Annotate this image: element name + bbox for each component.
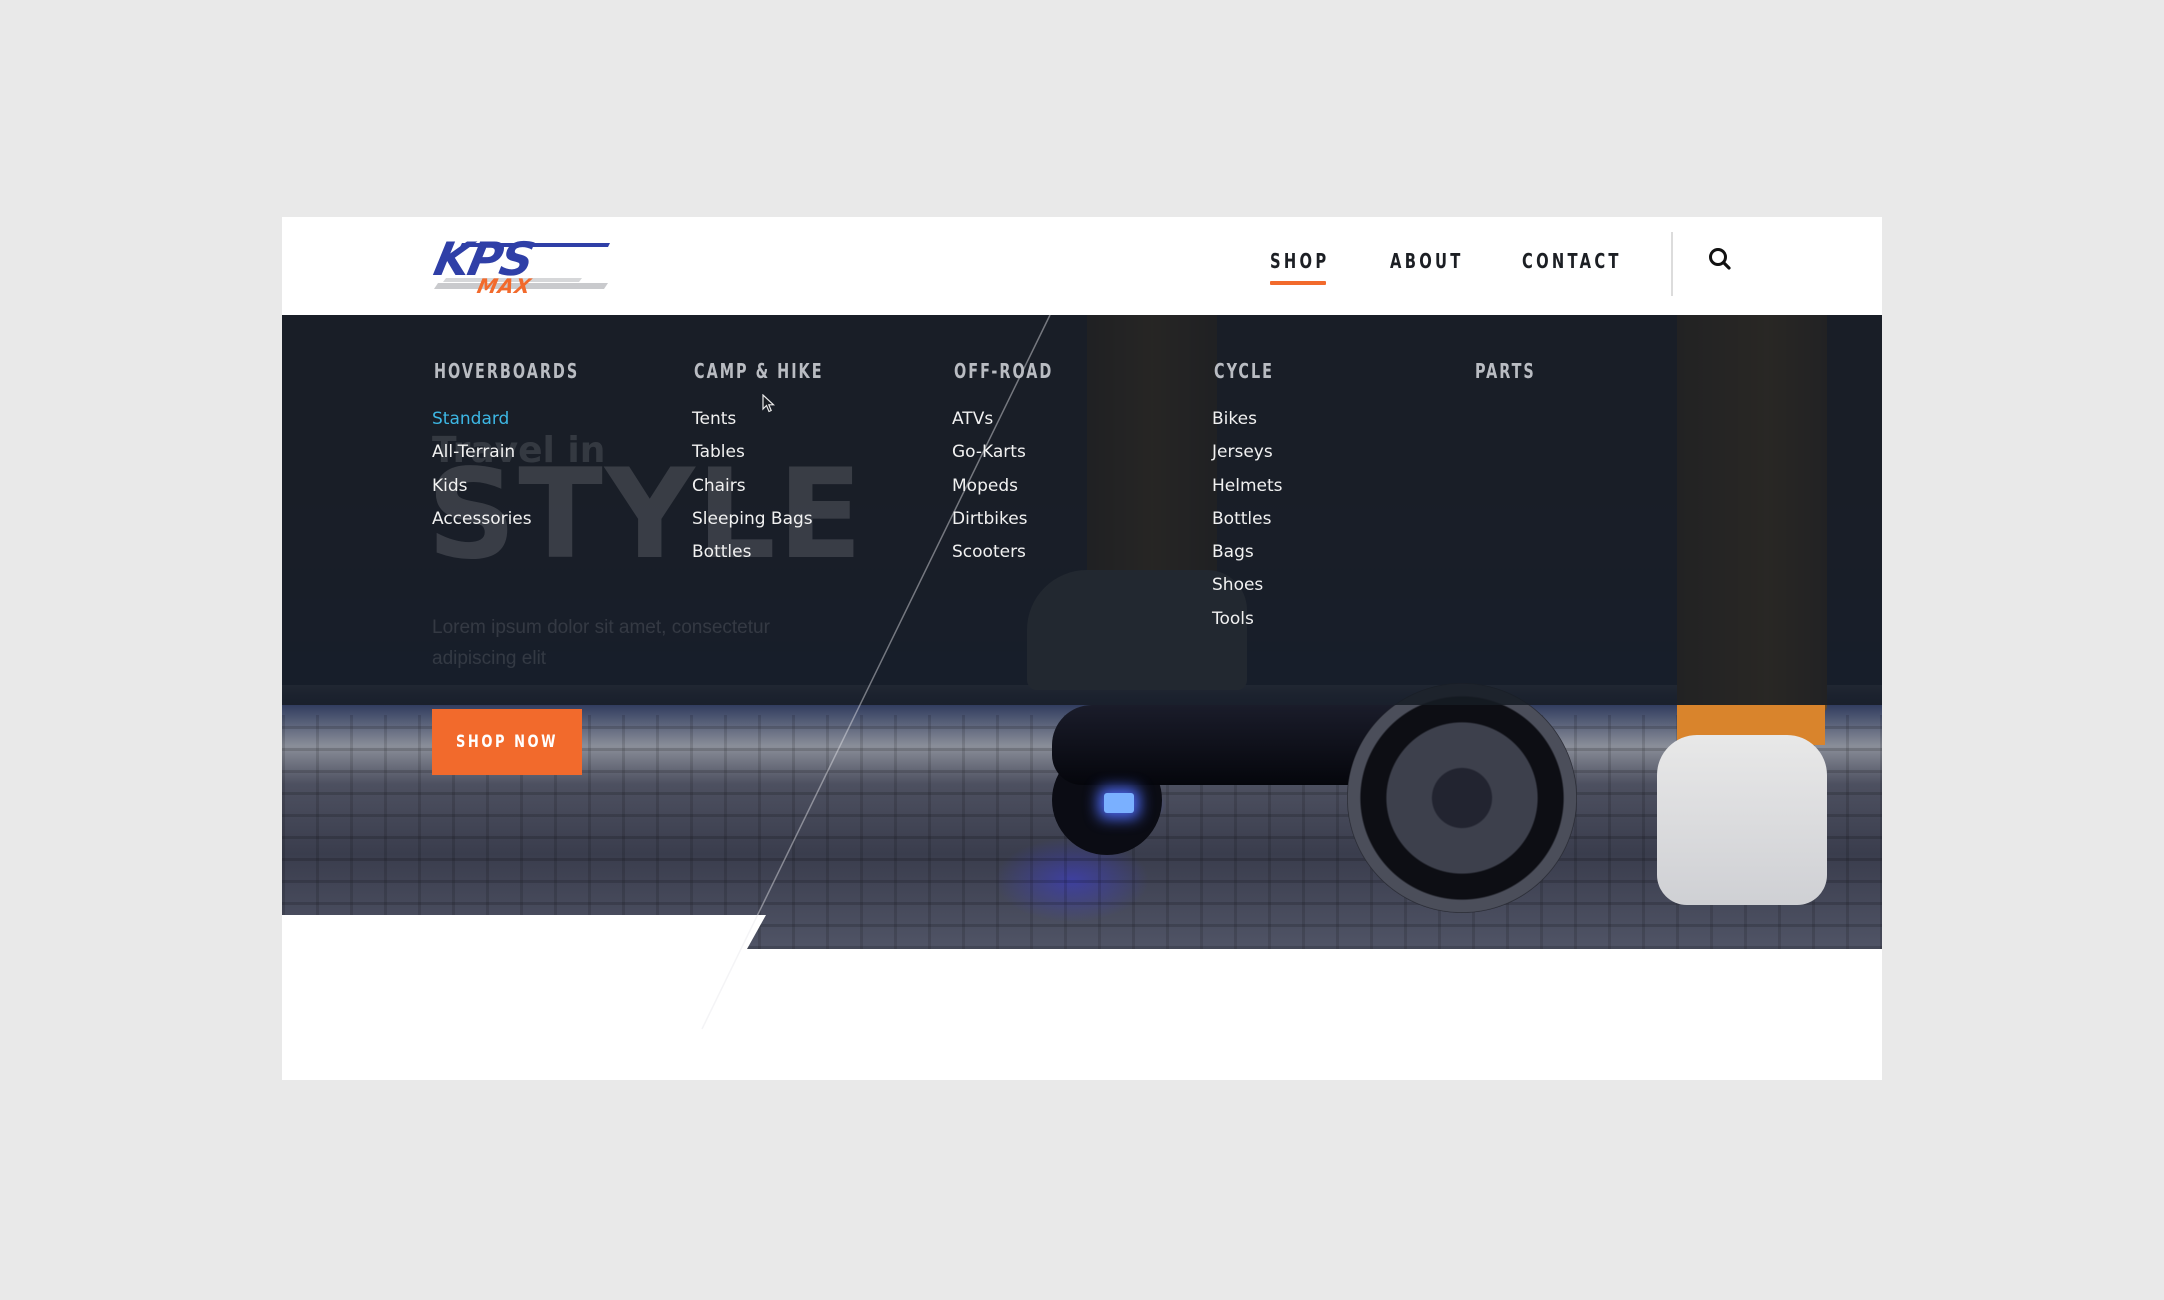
- menu-item-mopeds[interactable]: Mopeds: [952, 470, 1078, 503]
- hoverboard-right-wheel: [1347, 683, 1577, 913]
- menu-item-go-karts[interactable]: Go-Karts: [952, 436, 1078, 469]
- nav-about[interactable]: ABOUT: [1390, 249, 1464, 273]
- menu-column-cycle: CYCLE Bikes Jerseys Helmets Bottles Bags…: [1212, 359, 1289, 636]
- menu-item-bikes[interactable]: Bikes: [1212, 403, 1289, 436]
- nav-contact[interactable]: CONTACT: [1522, 249, 1622, 273]
- nav-divider: [1671, 232, 1673, 296]
- menu-item-helmets[interactable]: Helmets: [1212, 470, 1289, 503]
- menu-column-camp-hike: CAMP & HIKE Tents Tables Chairs Sleeping…: [692, 359, 856, 569]
- nav-shop-active-indicator: [1270, 281, 1326, 285]
- menu-column-hoverboards: HOVERBOARDS Standard All-Terrain Kids Ac…: [432, 359, 616, 536]
- menu-column-off-road: OFF-ROAD ATVs Go-Karts Mopeds Dirtbikes …: [952, 359, 1078, 569]
- menu-item-jerseys[interactable]: Jerseys: [1212, 436, 1289, 469]
- svg-text:MAX: MAX: [475, 274, 534, 295]
- rider-right-shoe: [1657, 735, 1827, 905]
- menu-item-standard[interactable]: Standard: [432, 403, 616, 436]
- menu-heading-camp-hike[interactable]: CAMP & HIKE: [694, 359, 824, 383]
- menu-item-bottles[interactable]: Bottles: [692, 536, 856, 569]
- menu-item-dirtbikes[interactable]: Dirtbikes: [952, 503, 1078, 536]
- shop-now-button[interactable]: SHOP NOW: [432, 709, 582, 775]
- menu-item-atvs[interactable]: ATVs: [952, 403, 1078, 436]
- menu-heading-cycle[interactable]: CYCLE: [1214, 359, 1274, 383]
- menu-heading-off-road[interactable]: OFF-ROAD: [954, 359, 1053, 383]
- menu-column-parts: PARTS: [1473, 359, 1551, 403]
- search-icon[interactable]: [1706, 245, 1734, 273]
- menu-item-bottles[interactable]: Bottles: [1212, 503, 1289, 536]
- hoverboard-led: [1104, 793, 1134, 813]
- menu-item-tools[interactable]: Tools: [1212, 603, 1289, 636]
- website-frame: KPS MAX SHOP ABOUT CONTACT Travel in STY…: [282, 217, 1882, 1080]
- menu-item-shoes[interactable]: Shoes: [1212, 569, 1289, 602]
- shop-mega-menu: HOVERBOARDS Standard All-Terrain Kids Ac…: [282, 315, 1882, 705]
- menu-item-kids[interactable]: Kids: [432, 470, 616, 503]
- menu-item-sleeping-bags[interactable]: Sleeping Bags: [692, 503, 856, 536]
- mouse-cursor-icon: [762, 394, 776, 413]
- menu-item-scooters[interactable]: Scooters: [952, 536, 1078, 569]
- kps-max-logo[interactable]: KPS MAX: [432, 237, 614, 295]
- site-header: KPS MAX SHOP ABOUT CONTACT: [282, 217, 1882, 315]
- menu-item-all-terrain[interactable]: All-Terrain: [432, 436, 616, 469]
- hero-section: Travel in STYLE Lorem ipsum dolor sit am…: [282, 315, 1882, 949]
- shop-now-label: SHOP NOW: [455, 732, 558, 752]
- menu-item-bags[interactable]: Bags: [1212, 536, 1289, 569]
- menu-item-tables[interactable]: Tables: [692, 436, 856, 469]
- menu-heading-parts[interactable]: PARTS: [1475, 359, 1536, 383]
- menu-item-accessories[interactable]: Accessories: [432, 503, 616, 536]
- nav-shop[interactable]: SHOP: [1270, 249, 1329, 273]
- menu-heading-hoverboards[interactable]: HOVERBOARDS: [434, 359, 579, 383]
- menu-item-chairs[interactable]: Chairs: [692, 470, 856, 503]
